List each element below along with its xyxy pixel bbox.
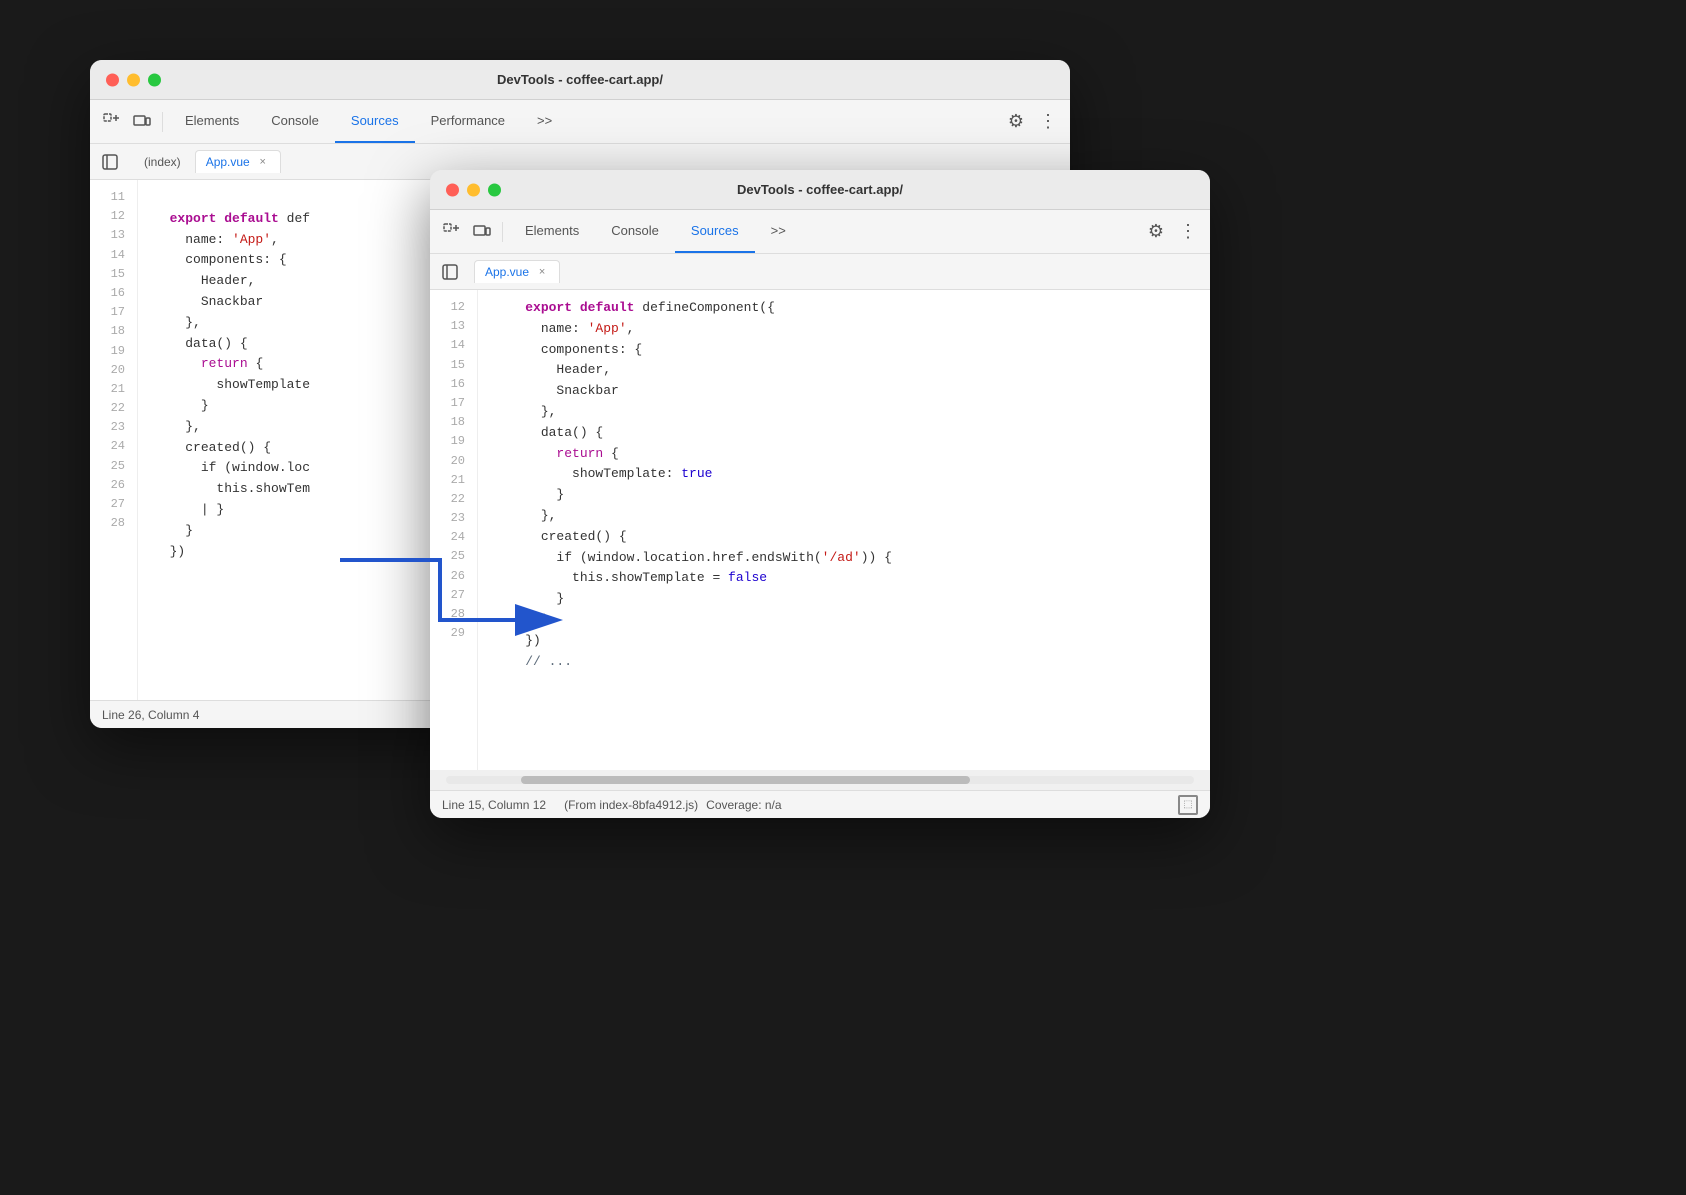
code-area-front: 12 13 14 15 16 17 18 19 20 21 22 23 24 2… [430, 290, 1210, 790]
status-text-back: Line 26, Column 4 [102, 708, 199, 722]
gear-icon-back[interactable]: ⚙ [1002, 108, 1030, 136]
toolbar-back: Elements Console Sources Performance >> … [90, 100, 1070, 144]
window-controls-back [106, 73, 161, 86]
file-tab-close-front[interactable]: × [535, 265, 549, 279]
toolbar-front: Elements Console Sources >> ⚙ ⋮ [430, 210, 1210, 254]
close-button-back[interactable] [106, 73, 119, 86]
minimize-button-front[interactable] [467, 183, 480, 196]
tab-sources-back[interactable]: Sources [335, 100, 415, 143]
inspect-icon-front[interactable] [438, 218, 466, 246]
device-icon-front[interactable] [468, 218, 496, 246]
file-tabs-front: App.vue × [430, 254, 1210, 290]
file-tab-label-back: App.vue [206, 155, 250, 169]
close-button-front[interactable] [446, 183, 459, 196]
devtools-front-window: DevTools - coffee-cart.app/ Elements Con… [430, 170, 1210, 818]
tab-elements-front[interactable]: Elements [509, 210, 595, 253]
tab-performance-back[interactable]: Performance [415, 100, 521, 143]
more-icon-back[interactable]: ⋮ [1034, 108, 1062, 136]
inspect-icon-back[interactable] [98, 108, 126, 136]
maximize-button-back[interactable] [148, 73, 161, 86]
titlebar-title-back: DevTools - coffee-cart.app/ [497, 72, 663, 87]
tab-more-front[interactable]: >> [755, 210, 802, 253]
tab-bar-back: Elements Console Sources Performance >> [169, 100, 1000, 143]
file-tab-label-front: App.vue [485, 265, 529, 279]
status-coverage-front: Coverage: n/a [706, 798, 781, 812]
horizontal-scrollbar-front[interactable] [446, 776, 1194, 784]
titlebar-front: DevTools - coffee-cart.app/ [430, 170, 1210, 210]
status-from-front: (From index-8bfa4912.js) [554, 798, 698, 812]
sidebar-toggle-back[interactable] [98, 150, 122, 174]
gear-icon-front[interactable]: ⚙ [1142, 218, 1170, 246]
toolbar-sep-front [502, 222, 503, 242]
titlebar-title-front: DevTools - coffee-cart.app/ [737, 182, 903, 197]
coverage-icon[interactable]: ⬚ [1178, 795, 1198, 815]
toolbar-right-front: ⚙ ⋮ [1142, 218, 1202, 246]
tab-bar-front: Elements Console Sources >> [509, 210, 1140, 253]
code-editor-front: 12 13 14 15 16 17 18 19 20 21 22 23 24 2… [430, 290, 1210, 770]
sidebar-toggle-front[interactable] [438, 260, 462, 284]
line-numbers-front: 12 13 14 15 16 17 18 19 20 21 22 23 24 2… [430, 290, 478, 770]
status-position-front: Line 15, Column 12 [442, 798, 546, 812]
file-tab-app-vue-back[interactable]: App.vue × [195, 150, 281, 173]
tab-console-back[interactable]: Console [255, 100, 335, 143]
toolbar-right-back: ⚙ ⋮ [1002, 108, 1062, 136]
tab-more-back[interactable]: >> [521, 100, 568, 143]
file-tab-close-back[interactable]: × [256, 155, 270, 169]
more-icon-front[interactable]: ⋮ [1174, 218, 1202, 246]
tab-console-front[interactable]: Console [595, 210, 675, 253]
titlebar-back: DevTools - coffee-cart.app/ [90, 60, 1070, 100]
line-numbers-back: 11 12 13 14 15 16 17 18 19 20 21 22 23 2… [90, 180, 138, 700]
file-tab-app-vue-front[interactable]: App.vue × [474, 260, 560, 283]
window-controls-front [446, 183, 501, 196]
tab-elements-back[interactable]: Elements [169, 100, 255, 143]
tab-sources-front[interactable]: Sources [675, 210, 755, 253]
toolbar-sep-back [162, 112, 163, 132]
coverage-panel-icon[interactable]: ⬚ [1178, 795, 1198, 815]
maximize-button-front[interactable] [488, 183, 501, 196]
minimize-button-back[interactable] [127, 73, 140, 86]
scrollbar-thumb-front[interactable] [521, 776, 970, 784]
status-bar-front: Line 15, Column 12 (From index-8bfa4912.… [430, 790, 1210, 818]
code-lines-front: export default defineComponent({ name: '… [478, 290, 1210, 770]
file-tab-index-back[interactable]: (index) [134, 151, 191, 173]
device-icon-back[interactable] [128, 108, 156, 136]
